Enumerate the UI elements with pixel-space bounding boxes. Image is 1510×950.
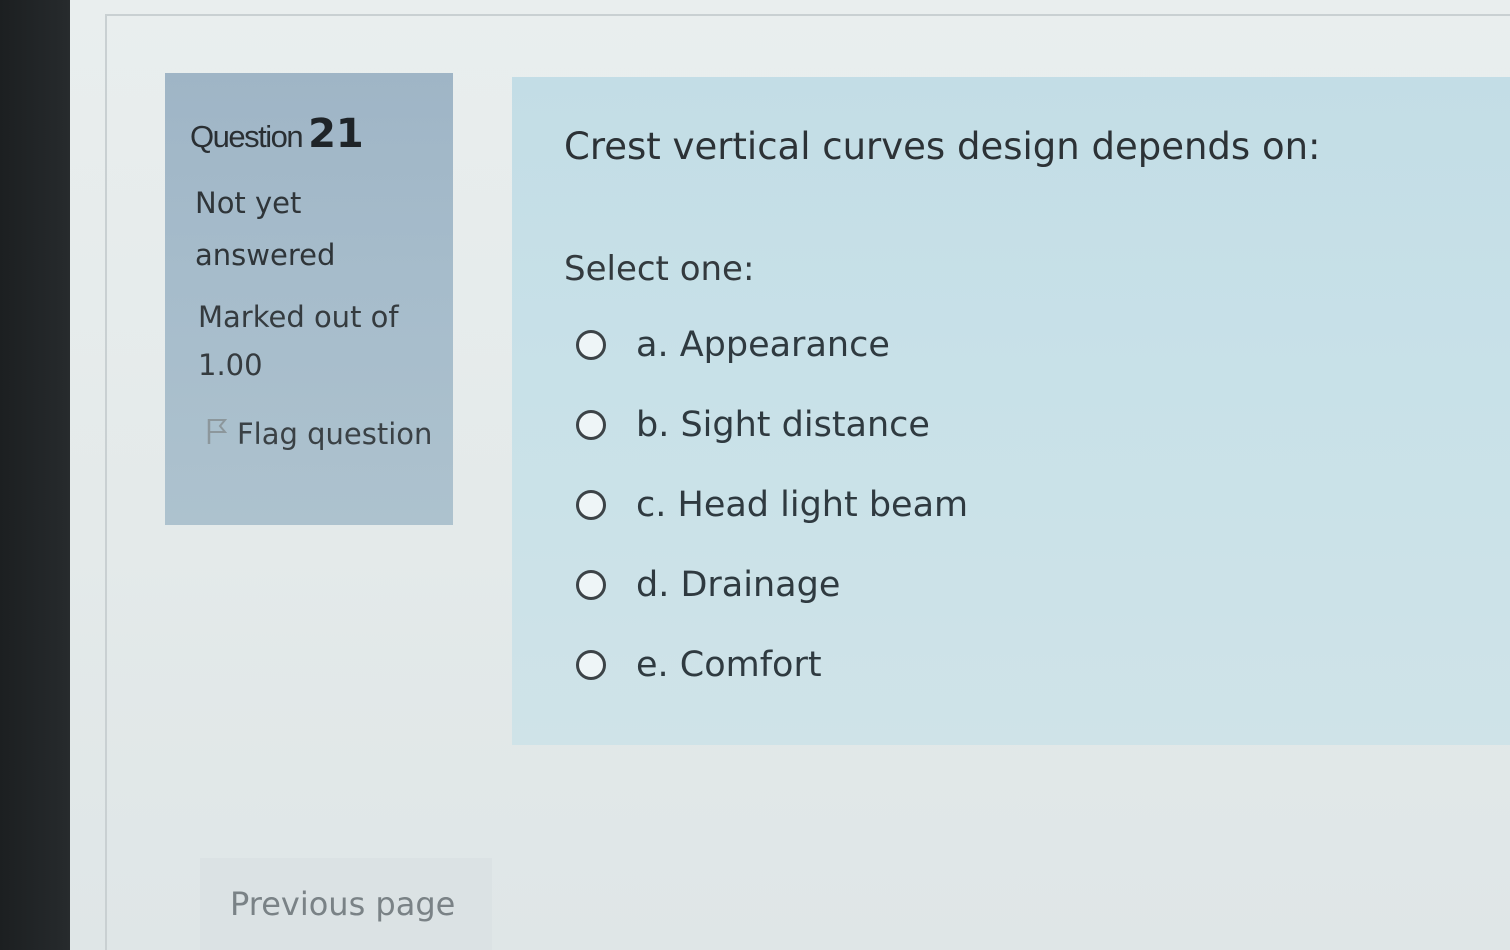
question-number: 21	[308, 111, 364, 157]
answer-label[interactable]: a. Appearance	[636, 325, 890, 365]
question-content-panel: Crest vertical curves design depends on:…	[512, 77, 1510, 745]
answer-label[interactable]: d. Drainage	[636, 565, 840, 605]
answer-prompt: Select one:	[564, 249, 755, 289]
answer-option-d[interactable]: d. Drainage	[576, 545, 968, 625]
answer-option-e[interactable]: e. Comfort	[576, 625, 968, 705]
flag-icon	[205, 413, 229, 444]
flag-question-toggle[interactable]: Flag question	[205, 411, 435, 457]
answer-label[interactable]: b. Sight distance	[636, 405, 930, 445]
radio-button-icon[interactable]	[576, 330, 606, 360]
question-grade: Marked out of 1.00	[198, 300, 399, 382]
question-info-panel: Question 21 Not yet answered Marked out o…	[165, 73, 453, 525]
radio-button-icon[interactable]	[576, 650, 606, 680]
question-text: Crest vertical curves design depends on:	[564, 125, 1321, 168]
divider-top	[105, 14, 1510, 16]
radio-button-icon[interactable]	[576, 570, 606, 600]
answer-option-b[interactable]: b. Sight distance	[576, 385, 968, 465]
answer-list: a. Appearance b. Sight distance c. Head …	[576, 305, 968, 705]
flag-question-label: Flag question	[237, 417, 433, 451]
question-state: Not yet answered	[195, 186, 336, 272]
previous-page-button[interactable]: Previous page	[200, 858, 492, 950]
answer-label[interactable]: c. Head light beam	[636, 485, 968, 525]
radio-button-icon[interactable]	[576, 410, 606, 440]
divider-left	[105, 14, 107, 950]
answer-label[interactable]: e. Comfort	[636, 645, 822, 685]
radio-button-icon[interactable]	[576, 490, 606, 520]
answer-option-a[interactable]: a. Appearance	[576, 305, 968, 385]
question-label: Question	[190, 119, 304, 154]
answer-option-c[interactable]: c. Head light beam	[576, 465, 968, 545]
question-number-heading: Question 21	[190, 111, 364, 157]
